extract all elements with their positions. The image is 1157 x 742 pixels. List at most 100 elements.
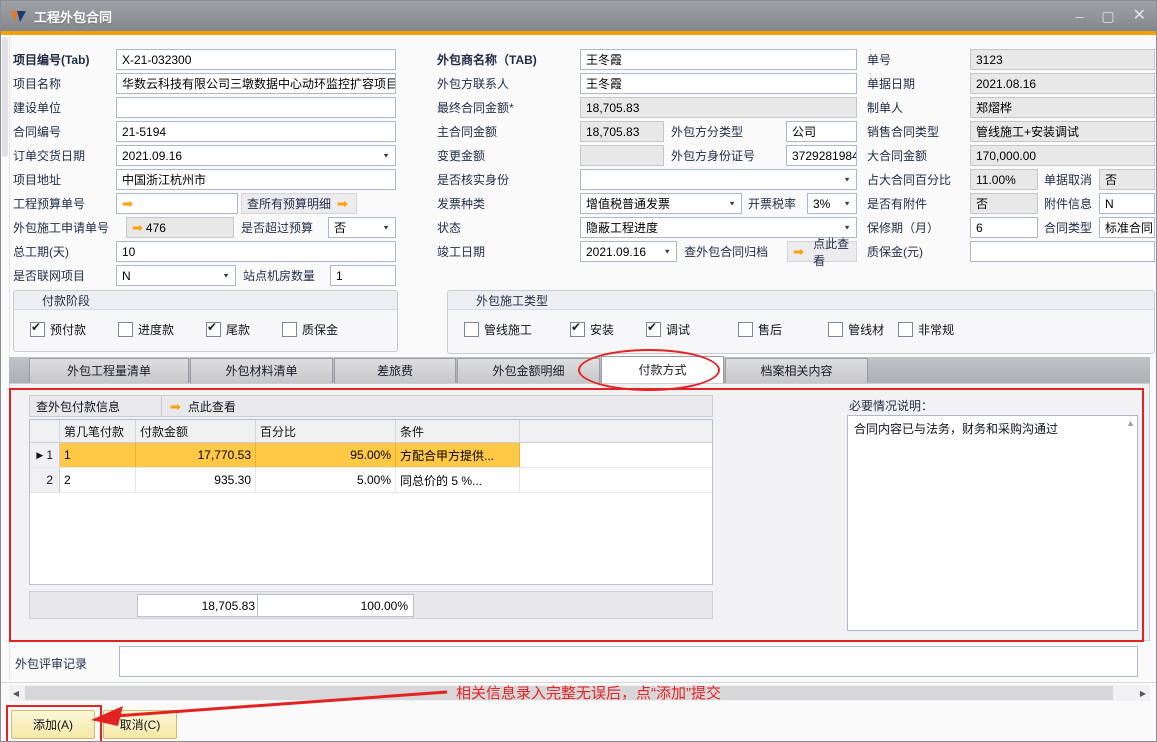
scroll-up-icon[interactable]: ▲ bbox=[1126, 418, 1135, 428]
field-main-amount: 主合同金额 18,705.83 外包方分类型 公司 bbox=[437, 121, 857, 142]
row-selector[interactable]: ▶1 bbox=[30, 443, 60, 467]
apply-no-field[interactable]: ➡476 bbox=[126, 217, 234, 238]
network-project-select[interactable]: N▼ bbox=[116, 265, 236, 286]
arrow-right-icon[interactable]: ➡ bbox=[793, 245, 804, 258]
chevron-down-icon[interactable]: ▼ bbox=[728, 200, 736, 207]
row-selector[interactable]: 2 bbox=[30, 468, 60, 492]
attach-info-input[interactable]: N bbox=[1099, 193, 1155, 214]
vendor-name-input[interactable]: 王冬霞 bbox=[580, 49, 857, 70]
contract-no-input[interactable]: 21-5194 bbox=[116, 121, 396, 142]
warranty-input[interactable]: 6 bbox=[970, 217, 1038, 238]
notes-textarea[interactable]: 合同内容已与法务，财务和采购沟通过 ▲ bbox=[847, 415, 1138, 631]
project-name-label: 项目名称 bbox=[13, 73, 113, 94]
vendor-contact-input[interactable]: 王冬霞 bbox=[580, 73, 857, 94]
project-name-input[interactable]: 华数云科技有限公司三墩数据中心动环监控扩容项目 bbox=[116, 73, 396, 94]
checkbox-retention[interactable]: ✔质保金 bbox=[282, 321, 338, 338]
checkbox-install[interactable]: ✔安装 bbox=[570, 321, 614, 338]
tab-amount-detail[interactable]: 外包金额明细 bbox=[457, 358, 600, 383]
sales-type-label: 销售合同类型 bbox=[867, 121, 967, 142]
vendor-category-input[interactable]: 公司 bbox=[786, 121, 857, 142]
horizontal-scrollbar-thumb[interactable] bbox=[25, 686, 1113, 700]
maximize-button[interactable]: ▢ bbox=[1101, 1, 1114, 31]
project-no-input[interactable]: X-21-032300 bbox=[116, 49, 396, 70]
left-scrollbar-thumb[interactable] bbox=[2, 37, 8, 157]
middle-form-column: 外包商名称（TAB) 王冬霞 外包方联系人 王冬霞 最终合同金额* 18,705… bbox=[437, 49, 857, 265]
creator-label: 制单人 bbox=[867, 97, 967, 118]
budget-no-input[interactable]: ➡ bbox=[116, 193, 238, 214]
delivery-date-label: 订单交货日期 bbox=[13, 145, 113, 166]
add-button[interactable]: 添加(A) bbox=[11, 710, 95, 739]
field-big-amount: 大合同金额 170,000.00 bbox=[867, 145, 1155, 166]
invoice-type-select[interactable]: 增值税普通发票▼ bbox=[580, 193, 742, 214]
construction-unit-label: 建设单位 bbox=[13, 97, 113, 118]
checkbox-final-payment[interactable]: ✔尾款 bbox=[206, 321, 250, 338]
vendor-category-label: 外包方分类型 bbox=[667, 121, 783, 142]
checkbox-non-standard[interactable]: ✔非常规 bbox=[898, 321, 954, 338]
retention-input[interactable] bbox=[970, 241, 1155, 262]
close-button[interactable]: ✕ bbox=[1133, 1, 1146, 31]
horizontal-scrollbar[interactable]: ◀ ▶ bbox=[9, 685, 1150, 701]
contract-type-label: 合同类型 bbox=[1041, 217, 1096, 238]
retention-label: 质保金(元) bbox=[867, 241, 967, 262]
chevron-down-icon[interactable]: ▼ bbox=[663, 248, 671, 255]
view-all-budget-link[interactable]: 查所有预算明细➡ bbox=[241, 193, 357, 214]
check-icon: ✔ bbox=[31, 320, 41, 334]
total-days-input[interactable]: 10 bbox=[116, 241, 396, 262]
budget-no-label: 工程预算单号 bbox=[13, 193, 113, 214]
chevron-down-icon[interactable]: ▼ bbox=[843, 200, 851, 207]
table-row[interactable]: 2 2 935.30 5.00% 同总价的 5 %... bbox=[30, 468, 712, 493]
tax-rate-select[interactable]: 3%▼ bbox=[807, 193, 857, 214]
header-installment[interactable]: 第几笔付款 bbox=[60, 420, 136, 442]
table-row[interactable]: ▶1 1 17,770.53 95.00% 方配合甲方提供... bbox=[30, 443, 712, 468]
tab-payment-method[interactable]: 付款方式 bbox=[601, 356, 724, 383]
tab-travel-expense[interactable]: 差旅费 bbox=[334, 358, 456, 383]
arrow-right-icon[interactable]: ➡ bbox=[132, 221, 143, 234]
apply-no-label: 外包施工申请单号 bbox=[13, 217, 123, 238]
contract-type-input[interactable]: 标准合同 bbox=[1099, 217, 1155, 238]
big-amount-field: 170,000.00 bbox=[970, 145, 1155, 166]
over-budget-select[interactable]: 否▼ bbox=[328, 217, 396, 238]
checkbox-pipeline-material[interactable]: ✔管线材 bbox=[828, 321, 884, 338]
minimize-button[interactable]: – bbox=[1076, 1, 1084, 31]
vendor-id-input[interactable]: 37292819840 bbox=[786, 145, 857, 166]
main-amount-label: 主合同金额 bbox=[437, 121, 577, 142]
cancel-button[interactable]: 取消(C) bbox=[103, 710, 177, 739]
header-percentage[interactable]: 百分比 bbox=[256, 420, 396, 442]
delivery-date-select[interactable]: 2021.09.16▼ bbox=[116, 145, 396, 166]
checkbox-pipeline-construction[interactable]: ✔管线施工 bbox=[464, 321, 532, 338]
completion-date-select[interactable]: 2021.09.16▼ bbox=[580, 241, 677, 262]
archive-view-link[interactable]: ➡点此查看 bbox=[787, 241, 857, 262]
tab-material-list[interactable]: 外包材料清单 bbox=[190, 358, 333, 383]
checkbox-debug[interactable]: ✔调试 bbox=[646, 321, 690, 338]
change-amount-label: 变更金额 bbox=[437, 145, 577, 166]
checkbox-after-sales[interactable]: ✔售后 bbox=[738, 321, 782, 338]
arrow-right-icon[interactable]: ➡ bbox=[170, 400, 181, 413]
tab-outsourcing-boq[interactable]: 外包工程量清单 bbox=[29, 358, 189, 383]
chevron-down-icon[interactable]: ▼ bbox=[222, 272, 230, 279]
project-address-input[interactable]: 中国浙江杭州市 bbox=[116, 169, 396, 190]
chevron-down-icon[interactable]: ▼ bbox=[843, 224, 851, 231]
header-amount[interactable]: 付款金额 bbox=[136, 420, 256, 442]
header-condition[interactable]: 条件 bbox=[396, 420, 520, 442]
chevron-down-icon[interactable]: ▼ bbox=[382, 224, 390, 231]
sales-type-field: 管线施工+安装调试 bbox=[970, 121, 1155, 142]
scroll-right-icon[interactable]: ▶ bbox=[1136, 685, 1150, 701]
construction-unit-input[interactable] bbox=[116, 97, 396, 118]
payment-summary-strip: 18,705.83 100.00% bbox=[29, 591, 713, 619]
checkbox-progress-payment[interactable]: ✔进度款 bbox=[118, 321, 174, 338]
scroll-left-icon[interactable]: ◀ bbox=[9, 685, 23, 701]
verify-identity-select[interactable]: ▼ bbox=[580, 169, 857, 190]
field-apply-no: 外包施工申请单号 ➡476 是否超过预算 否▼ bbox=[13, 217, 396, 238]
tab-archive-content[interactable]: 档案相关内容 bbox=[725, 358, 868, 383]
payment-info-view-link[interactable]: ➡点此查看 bbox=[162, 398, 236, 415]
chevron-down-icon[interactable]: ▼ bbox=[843, 176, 851, 183]
field-change-amount: 变更金额 外包方身份证号 37292819840 bbox=[437, 145, 857, 166]
checkbox-prepayment[interactable]: ✔预付款 bbox=[30, 321, 86, 338]
review-record-input[interactable] bbox=[119, 646, 1138, 677]
chevron-down-icon[interactable]: ▼ bbox=[382, 152, 390, 159]
construction-type-group: 外包施工类型 ✔管线施工 ✔安装 ✔调试 ✔售后 ✔管线材 ✔非常规 bbox=[447, 290, 1155, 354]
check-icon: ✔ bbox=[207, 320, 217, 334]
site-rooms-input[interactable]: 1 bbox=[330, 265, 396, 286]
arrow-right-icon[interactable]: ➡ bbox=[337, 197, 348, 210]
arrow-right-icon[interactable]: ➡ bbox=[122, 197, 133, 210]
